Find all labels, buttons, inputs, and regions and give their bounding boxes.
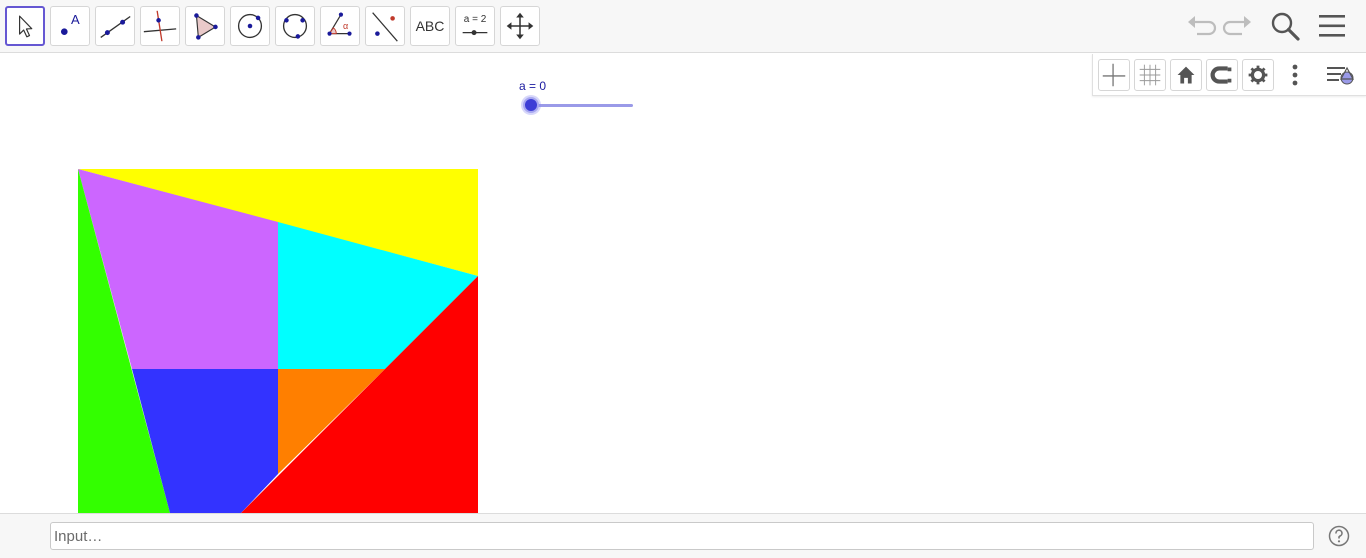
reflect-tool-button[interactable]	[365, 6, 405, 46]
geogebra-app: A α ABC a = 2 a = 0 Input…	[0, 0, 1366, 558]
home-icon	[1177, 66, 1195, 84]
redo-button[interactable]	[1220, 8, 1256, 44]
tangram-drawing	[78, 169, 478, 513]
input-bar	[0, 513, 1366, 558]
gear-icon	[1248, 65, 1268, 85]
undo-icon	[1188, 16, 1217, 36]
point-capturing-button[interactable]	[1206, 59, 1238, 91]
standard-view-button[interactable]	[1170, 59, 1202, 91]
angle-icon	[327, 12, 352, 36]
main-menu-button[interactable]	[1314, 8, 1350, 44]
perpendicular-tool-button[interactable]	[140, 6, 180, 46]
circle-center-tool-button[interactable]	[230, 6, 270, 46]
circle-center-icon	[237, 13, 263, 39]
magnet-icon	[1210, 66, 1232, 84]
line-tool-button[interactable]	[95, 6, 135, 46]
toggle-axes-button[interactable]	[1098, 59, 1130, 91]
more-options-button[interactable]	[1279, 59, 1311, 91]
graphics-settings-button[interactable]	[1242, 59, 1274, 91]
help-icon	[1328, 525, 1350, 547]
more-vertical-icon	[1292, 64, 1298, 86]
polygon-tool-button[interactable]	[185, 6, 225, 46]
graphics-style-bar	[1092, 54, 1366, 96]
point-tool-button[interactable]: A	[50, 6, 90, 46]
perpendicular-line-icon	[143, 10, 177, 42]
arrow-cursor-icon	[19, 15, 33, 38]
move-arrows-icon	[506, 12, 534, 40]
toolbar: A α ABC a = 2	[0, 0, 1366, 53]
reflect-line-icon	[372, 12, 398, 42]
polygon-icon	[194, 13, 218, 40]
point-tool-letter: A	[71, 12, 80, 27]
circle-three-points-icon	[282, 13, 308, 39]
slider-track[interactable]	[531, 104, 633, 107]
slider-tool-button[interactable]: a = 2	[455, 6, 495, 46]
graphics-view[interactable]: a = 0	[0, 54, 1366, 513]
grid-icon	[1139, 64, 1161, 86]
undo-button[interactable]	[1183, 8, 1219, 44]
search-button[interactable]	[1267, 8, 1303, 44]
move-tool-button[interactable]	[5, 6, 45, 46]
point-icon	[60, 28, 68, 36]
axes-icon	[1102, 63, 1126, 87]
input-help-button[interactable]	[1328, 525, 1350, 547]
view-menu-icon	[1327, 66, 1355, 85]
angle-tool-button[interactable]: α	[320, 6, 360, 46]
line-icon	[100, 15, 131, 38]
circle-three-points-tool-button[interactable]	[275, 6, 315, 46]
slider-knob[interactable]	[523, 97, 539, 113]
slider-label: a = 0	[519, 79, 547, 93]
text-tool-label: ABC	[415, 18, 445, 34]
search-icon	[1271, 12, 1300, 41]
hamburger-menu-icon	[1319, 15, 1345, 37]
slider-icon	[462, 30, 488, 36]
algebra-input-field[interactable]	[50, 522, 1314, 550]
move-view-tool-button[interactable]	[500, 6, 540, 46]
angle-symbol: α	[343, 21, 349, 31]
view-menu-button[interactable]	[1325, 59, 1357, 91]
redo-icon	[1222, 16, 1251, 36]
toggle-grid-button[interactable]	[1134, 59, 1166, 91]
text-tool-button[interactable]: ABC	[410, 6, 450, 46]
